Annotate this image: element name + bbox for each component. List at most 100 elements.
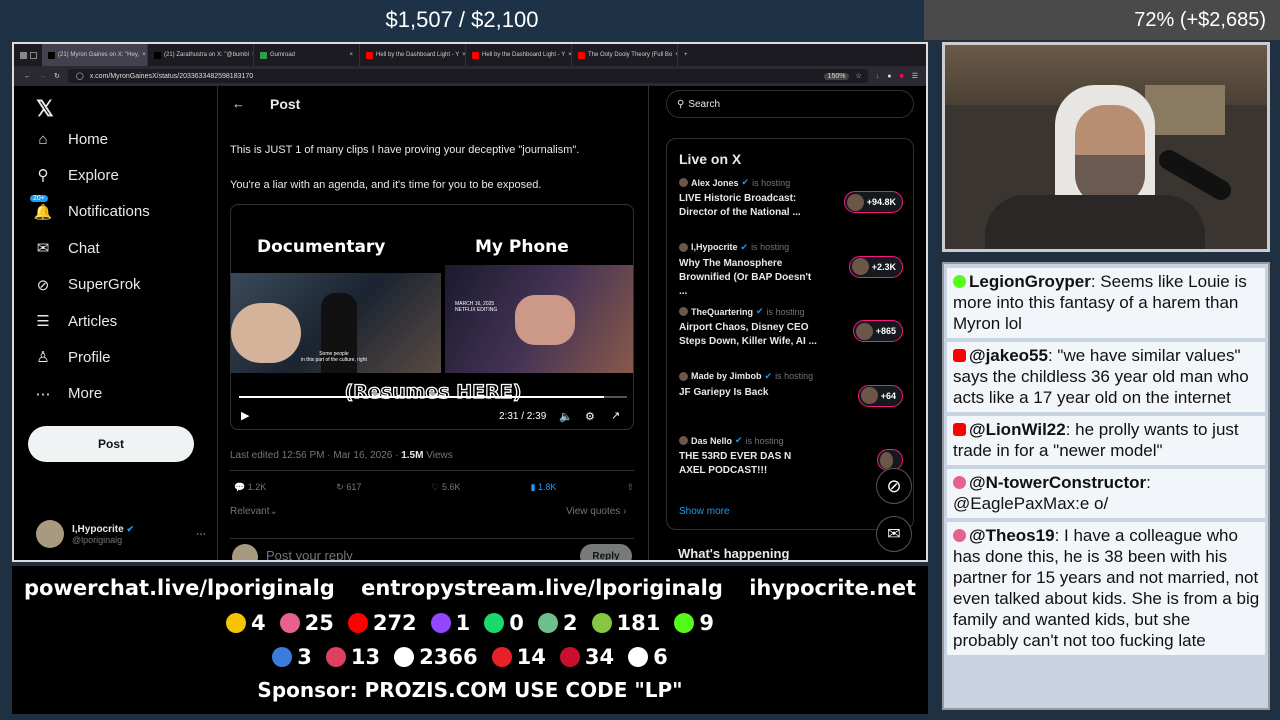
video-label-right: My Phone xyxy=(475,237,569,257)
platform-count: 272 xyxy=(347,611,417,635)
host-avatar xyxy=(679,371,688,381)
nav-label: Home xyxy=(68,130,109,148)
extension-icon[interactable]: ■ xyxy=(899,73,903,80)
chat-username: LegionGroyper xyxy=(969,272,1091,291)
nav-item-supergrok[interactable]: ⊘ SuperGrok xyxy=(34,276,141,294)
notification-badge: 20+ xyxy=(30,194,48,202)
donation-goal-bar: $1,507 / $2,100 xyxy=(0,0,924,40)
back-icon[interactable]: ← xyxy=(24,73,31,80)
sort-relevant[interactable]: Relevant⌄ xyxy=(230,506,278,517)
tab-controls[interactable] xyxy=(14,51,42,59)
nav-item-articles[interactable]: ☰ Articles xyxy=(34,312,117,331)
avatar xyxy=(232,544,258,560)
reload-icon[interactable]: ↻ xyxy=(54,72,60,80)
live-item[interactable]: Alex Jones ✔ is hosting LIVE Historic Broad… xyxy=(679,177,903,220)
listener-count-badge[interactable]: +94.8K xyxy=(843,191,903,213)
listener-count-badge[interactable]: +865 xyxy=(852,320,903,342)
nav-item-more[interactable]: ⋯ More xyxy=(34,385,103,403)
back-arrow-icon[interactable]: ← xyxy=(232,96,245,111)
zoom-level[interactable]: 150% xyxy=(823,72,850,80)
tab-close-icon[interactable]: × xyxy=(349,52,353,58)
listener-count-badge[interactable]: +2.3K xyxy=(848,255,903,278)
browser-tab[interactable]: Hell by the Dashboard Light - Y × xyxy=(466,44,572,66)
live-item[interactable]: Das Nello ✔ is hosting THE 53RD EVER DAS N … xyxy=(679,435,903,478)
extension-icon[interactable]: ● xyxy=(887,73,891,80)
download-icon[interactable]: ↓ xyxy=(876,73,880,80)
divider xyxy=(230,538,634,539)
reply-action[interactable]: 💬 1.2K xyxy=(234,482,266,493)
count-value: 14 xyxy=(516,645,546,669)
nav-label: More xyxy=(68,385,103,403)
listener-count: +865 xyxy=(875,326,896,336)
video-player[interactable]: Documentary My Phone Some people in this… xyxy=(230,204,634,430)
live-item[interactable]: I,Hypocrite ✔ is hosting Why The Manosphere… xyxy=(679,242,903,299)
url-bar: ← → ↻ ◯ x.com/MyronGainesX/status/203363… xyxy=(14,66,926,86)
browser-tab[interactable]: Gumroad × xyxy=(254,44,360,66)
fullscreen-icon[interactable]: ↗ xyxy=(611,409,620,422)
volume-icon[interactable]: 🔈 xyxy=(559,410,573,423)
account-switcher[interactable]: I,Hypocrite ✔ @lporiginalg ⋯ xyxy=(36,520,206,548)
nav-item-chat[interactable]: ✉ Chat xyxy=(34,239,100,258)
chat-message: @N-towerConstructor: @EaglePaxMax:e o/ xyxy=(947,469,1265,518)
listener-count-badge[interactable]: +64 xyxy=(857,384,903,407)
tab-close-icon[interactable]: × xyxy=(142,52,146,58)
grok-float-button[interactable]: ⊘ xyxy=(876,468,912,504)
live-item[interactable]: TheQuartering ✔ is hosting Airport Chaos, D… xyxy=(679,306,903,349)
nav-label: Notifications xyxy=(68,203,150,221)
browser-tab[interactable]: Hell by the Dashboard Light - Y × xyxy=(360,44,466,66)
tab-close-icon[interactable]: × xyxy=(675,52,677,58)
nav-item-notifications[interactable]: 🔔 20+ Notifications xyxy=(30,194,150,221)
platform-count: 9 xyxy=(674,611,714,635)
platform-count: 181 xyxy=(591,611,660,635)
stats-footer: powerchat.live/lporiginalg entropystream… xyxy=(12,566,928,714)
show-more-link[interactable]: Show more xyxy=(679,506,730,517)
host-name: Made by Jimbob xyxy=(691,371,762,381)
goal-percent-text: 72% (+$2,685) xyxy=(1134,8,1266,31)
browser-tab[interactable]: (21) Zarathustra on X: "@bumbl× xyxy=(148,44,254,66)
views-label: Views xyxy=(426,450,453,461)
edited-timestamp[interactable]: Last edited 12:56 PM · Mar 16, 2026 · xyxy=(230,450,398,461)
settings-gear-icon[interactable]: ⚙ xyxy=(585,410,595,423)
tab-favicon-icon xyxy=(366,51,373,59)
platform-counts-row: 3 13 2366 14 34 6 xyxy=(12,645,928,669)
x-page: 𝕏 ⌂ Home ⚲ Explore 🔔 20+ Notifications ✉ Chat ⊘ Su… xyxy=(14,86,926,560)
bookmark-action[interactable]: ▮ 1.8K xyxy=(530,482,556,493)
forward-icon[interactable]: → xyxy=(39,73,46,80)
post-button[interactable]: Post xyxy=(28,426,194,462)
shield-icon: ◯ xyxy=(75,73,84,80)
reply-input[interactable]: Post your reply xyxy=(266,548,353,560)
live-item[interactable]: Made by Jimbob ✔ is hosting JF Gariepy Is B… xyxy=(679,371,903,407)
tab-favicon-icon xyxy=(154,51,161,59)
like-action[interactable]: ♡ 5.6K xyxy=(431,482,460,493)
browser-tab[interactable]: (21) Myron Gaines on X: "Hey, × xyxy=(42,44,148,66)
hosting-label: is hosting xyxy=(766,306,805,317)
search-input[interactable]: ⚲ Search xyxy=(666,90,914,118)
x-logo-icon[interactable]: 𝕏 xyxy=(36,96,54,122)
share-icon[interactable]: ⇧ xyxy=(626,482,634,493)
video-frame-right: MARCH 16, 2025 NETFLIX EDITING xyxy=(445,265,633,373)
tab-label: The Ooty Dooly Theory (Full Bo xyxy=(588,52,673,58)
repost-action[interactable]: ↻ 617 xyxy=(336,482,361,493)
messages-float-button[interactable]: ✉ xyxy=(876,516,912,552)
new-tab-icon[interactable]: + xyxy=(684,52,688,58)
more-dots-icon[interactable]: ⋯ xyxy=(196,529,206,540)
nav-item-profile[interactable]: ♙ Profile xyxy=(34,348,110,367)
browser-tab[interactable]: The Ooty Dooly Theory (Full Bo× xyxy=(572,44,678,66)
grok-icon: ⊘ xyxy=(36,276,50,294)
avatar xyxy=(36,520,64,548)
host-avatar xyxy=(679,178,688,187)
bookmark-star-icon[interactable]: ☆ xyxy=(855,72,861,80)
footer-links: powerchat.live/lporiginalg entropystream… xyxy=(12,576,928,600)
view-quotes-link[interactable]: View quotes › xyxy=(566,506,626,517)
address-field[interactable]: ◯ x.com/MyronGainesX/status/203363348259… xyxy=(67,69,868,83)
platform-count: 14 xyxy=(491,645,546,669)
chat-username: @Theos19 xyxy=(969,526,1055,545)
tab-label: (21) Zarathustra on X: "@bumbl xyxy=(164,52,249,58)
video-progress-bar[interactable] xyxy=(239,396,627,398)
menu-icon[interactable]: ☰ xyxy=(912,72,918,80)
search-icon: ⚲ xyxy=(37,167,49,185)
reply-button[interactable]: Reply xyxy=(580,544,632,560)
play-icon[interactable]: ▶ xyxy=(241,409,249,422)
nav-item-explore[interactable]: ⚲ Explore xyxy=(34,166,119,185)
nav-item-home[interactable]: ⌂ Home xyxy=(34,130,108,148)
